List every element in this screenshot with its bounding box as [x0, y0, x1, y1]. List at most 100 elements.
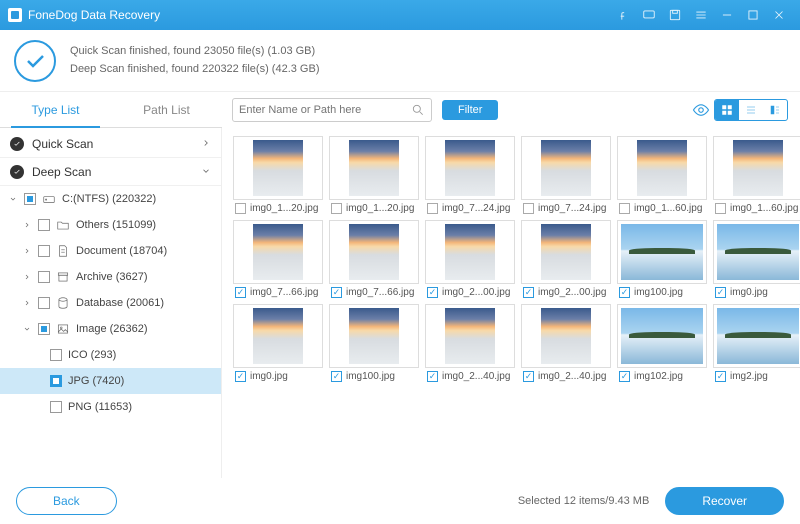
app-title: FoneDog Data Recovery [28, 8, 610, 22]
feedback-icon[interactable] [636, 0, 662, 30]
archive-icon [56, 270, 70, 284]
view-detail-button[interactable] [763, 100, 787, 120]
file-checkbox[interactable] [619, 371, 630, 382]
tab-type-list[interactable]: Type List [0, 92, 111, 128]
tree-database[interactable]: Database (20061) [0, 290, 221, 316]
file-name: img0_7...66.jpg [346, 287, 414, 298]
search-icon [411, 103, 425, 117]
file-checkbox[interactable] [331, 287, 342, 298]
close-icon[interactable] [766, 0, 792, 30]
file-checkbox[interactable] [427, 287, 438, 298]
checkbox-icon[interactable] [38, 297, 50, 309]
tree-jpg[interactable]: JPG (7420) [0, 368, 221, 394]
file-name: img0_1...20.jpg [346, 203, 414, 214]
file-item[interactable]: img2.jpg [713, 304, 800, 382]
preview-icon[interactable] [692, 101, 710, 119]
checkbox-icon[interactable] [38, 219, 50, 231]
file-item[interactable]: img0_1...20.jpg [233, 136, 323, 214]
checkbox-icon[interactable] [38, 271, 50, 283]
file-checkbox[interactable] [715, 287, 726, 298]
filter-button[interactable]: Filter [442, 100, 498, 120]
file-checkbox[interactable] [523, 203, 534, 214]
menu-icon[interactable] [688, 0, 714, 30]
tree-drive[interactable]: C:(NTFS) (220322) [0, 186, 221, 212]
file-item[interactable]: img102.jpg [617, 304, 707, 382]
app-logo [8, 8, 22, 22]
file-checkbox[interactable] [235, 287, 246, 298]
file-name: img0_2...40.jpg [538, 371, 606, 382]
file-item[interactable]: img0_1...60.jpg [713, 136, 800, 214]
tree-label: PNG (11653) [68, 401, 132, 413]
file-checkbox[interactable] [331, 371, 342, 382]
quick-scan-label: Quick Scan [32, 137, 93, 151]
checkbox-icon[interactable] [24, 193, 36, 205]
scan-status: Quick Scan finished, found 23050 file(s)… [0, 30, 800, 92]
file-item[interactable]: img0_1...20.jpg [329, 136, 419, 214]
save-icon[interactable] [662, 0, 688, 30]
checkbox-icon[interactable] [38, 245, 50, 257]
file-item[interactable]: img100.jpg [617, 220, 707, 298]
file-checkbox[interactable] [331, 203, 342, 214]
file-item[interactable]: img0_7...66.jpg [233, 220, 323, 298]
tree-archive[interactable]: Archive (3627) [0, 264, 221, 290]
file-item[interactable]: img0_2...00.jpg [425, 220, 515, 298]
file-item[interactable]: img0.jpg [233, 304, 323, 382]
file-checkbox[interactable] [523, 371, 534, 382]
file-checkbox[interactable] [427, 371, 438, 382]
file-name: img0_1...60.jpg [730, 203, 798, 214]
tree-document[interactable]: Document (18704) [0, 238, 221, 264]
maximize-icon[interactable] [740, 0, 766, 30]
folder-icon [56, 218, 70, 232]
minimize-icon[interactable] [714, 0, 740, 30]
file-checkbox[interactable] [235, 203, 246, 214]
file-name: img0_7...24.jpg [538, 203, 606, 214]
facebook-icon[interactable] [610, 0, 636, 30]
file-item[interactable]: img100.jpg [329, 304, 419, 382]
footer: Back Selected 12 items/9.43 MB Recover [0, 478, 800, 524]
selection-status: Selected 12 items/9.43 MB [518, 495, 649, 507]
tree-ico[interactable]: ICO (293) [0, 342, 221, 368]
tree-others[interactable]: Others (151099) [0, 212, 221, 238]
checkbox-icon[interactable] [50, 401, 62, 413]
tree-label: ICO (293) [68, 349, 116, 361]
file-checkbox[interactable] [715, 371, 726, 382]
sidebar-deep-scan[interactable]: Deep Scan [0, 158, 221, 186]
file-checkbox[interactable] [619, 287, 630, 298]
file-item[interactable]: img0_7...24.jpg [425, 136, 515, 214]
file-name: img0_2...40.jpg [442, 371, 510, 382]
tab-path-list[interactable]: Path List [111, 92, 222, 128]
file-item[interactable]: img0.jpg [713, 220, 800, 298]
checkbox-icon[interactable] [50, 375, 62, 387]
file-name: img102.jpg [634, 371, 683, 382]
file-item[interactable]: img0_7...66.jpg [329, 220, 419, 298]
view-list-button[interactable] [739, 100, 763, 120]
recover-button[interactable]: Recover [665, 487, 784, 515]
file-item[interactable]: img0_2...00.jpg [521, 220, 611, 298]
tree-png[interactable]: PNG (11653) [0, 394, 221, 420]
search-input[interactable] [232, 98, 432, 122]
sidebar-quick-scan[interactable]: Quick Scan [0, 130, 221, 158]
file-name: img0_2...00.jpg [442, 287, 510, 298]
file-item[interactable]: img0_2...40.jpg [521, 304, 611, 382]
file-checkbox[interactable] [523, 287, 534, 298]
checkbox-icon[interactable] [50, 349, 62, 361]
deep-scan-label: Deep Scan [32, 165, 91, 179]
file-checkbox[interactable] [619, 203, 630, 214]
tree-image[interactable]: Image (26362) [0, 316, 221, 342]
view-grid-button[interactable] [715, 100, 739, 120]
file-name: img100.jpg [634, 287, 683, 298]
titlebar: FoneDog Data Recovery [0, 0, 800, 30]
search-field[interactable] [239, 104, 411, 116]
file-grid: img0_1...20.jpg img0_1...20.jpg img0_7..… [222, 128, 800, 478]
file-item[interactable]: img0_7...24.jpg [521, 136, 611, 214]
back-button[interactable]: Back [16, 487, 117, 515]
file-item[interactable]: img0_2...40.jpg [425, 304, 515, 382]
tree-label: Document (18704) [76, 245, 167, 257]
file-checkbox[interactable] [715, 203, 726, 214]
file-checkbox[interactable] [427, 203, 438, 214]
file-item[interactable]: img0_1...60.jpg [617, 136, 707, 214]
chevron-down-icon [201, 165, 211, 179]
file-checkbox[interactable] [235, 371, 246, 382]
checkbox-icon[interactable] [38, 323, 50, 335]
document-icon [56, 244, 70, 258]
